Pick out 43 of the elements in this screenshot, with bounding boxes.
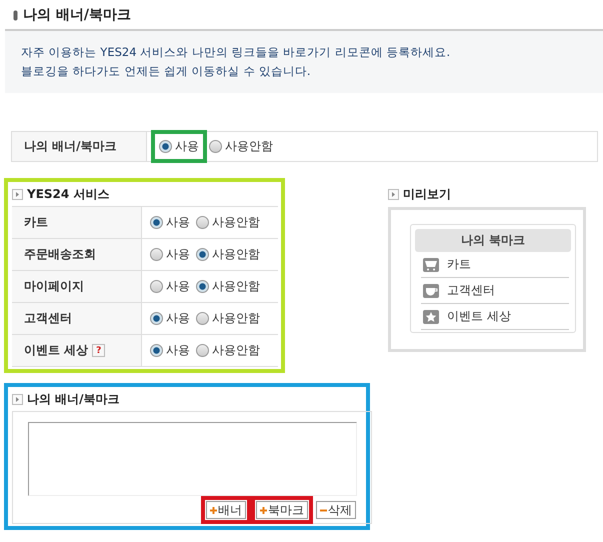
notice-text: 자주 이용하는 YES24 서비스와 나만의 링크들을 바로가기 리모콘에 등록하세요. (21, 45, 452, 60)
bullet-icon (13, 10, 18, 20)
input-field[interactable] (28, 422, 357, 496)
star-icon (423, 310, 439, 324)
cup-icon (423, 284, 439, 298)
service-label: 주문배송조회 (24, 246, 96, 263)
plus-icon (260, 506, 267, 514)
preview-heading: 나의 북마크 (415, 229, 571, 252)
radio-option[interactable]: 사용 (150, 310, 190, 327)
section-title: 미리보기 (403, 186, 451, 202)
cart-icon (423, 258, 439, 272)
help-icon[interactable]: ? (92, 344, 106, 357)
section-title: 나의 배너/북마크 (27, 390, 120, 408)
radio-option[interactable]: 사용안함 (196, 310, 260, 327)
radio-option[interactable]: 사용 (150, 214, 190, 231)
setting-label: 나의 배너/북마크 (24, 138, 117, 155)
action-button[interactable]: 배너 (206, 501, 246, 519)
action-button[interactable]: 삭제 (316, 501, 356, 519)
radio-option[interactable]: 사용안함 (196, 246, 260, 263)
action-button[interactable]: 북마크 (256, 501, 308, 519)
section-title: YES24 서비스 (27, 186, 110, 202)
bookmark-link[interactable]: 카트 (447, 256, 471, 273)
expand-icon (12, 188, 23, 200)
radio-option[interactable]: 사용 (150, 246, 190, 263)
radio-option[interactable]: 사용 (150, 278, 190, 295)
radio-option[interactable]: 사용안함 (196, 342, 260, 359)
radio-option[interactable]: 사용 (150, 342, 190, 359)
plus-icon (210, 506, 217, 514)
bookmark-link[interactable]: 고객센터 (447, 282, 495, 299)
radio-option[interactable]: 사용안함 (196, 278, 260, 295)
page-title: 나의 배너/북마크 (23, 6, 131, 24)
bookmark-link[interactable]: 이벤트 세상 (447, 308, 511, 325)
service-label: 카트 (24, 214, 48, 231)
radio-option[interactable]: 사용안함 (209, 138, 273, 155)
service-label: 마이페이지 (24, 278, 84, 295)
minus-icon (320, 506, 327, 514)
expand-icon (12, 394, 23, 404)
radio-option[interactable]: 사용 (159, 138, 199, 155)
service-label: 고객센터 (24, 310, 72, 327)
notice-text: 블로깅을 하다가도 언제든 쉽게 이동하실 수 있습니다. (21, 64, 312, 79)
service-label: 이벤트 세상 (24, 342, 88, 359)
expand-icon (388, 188, 399, 200)
radio-option[interactable]: 사용안함 (196, 214, 260, 231)
